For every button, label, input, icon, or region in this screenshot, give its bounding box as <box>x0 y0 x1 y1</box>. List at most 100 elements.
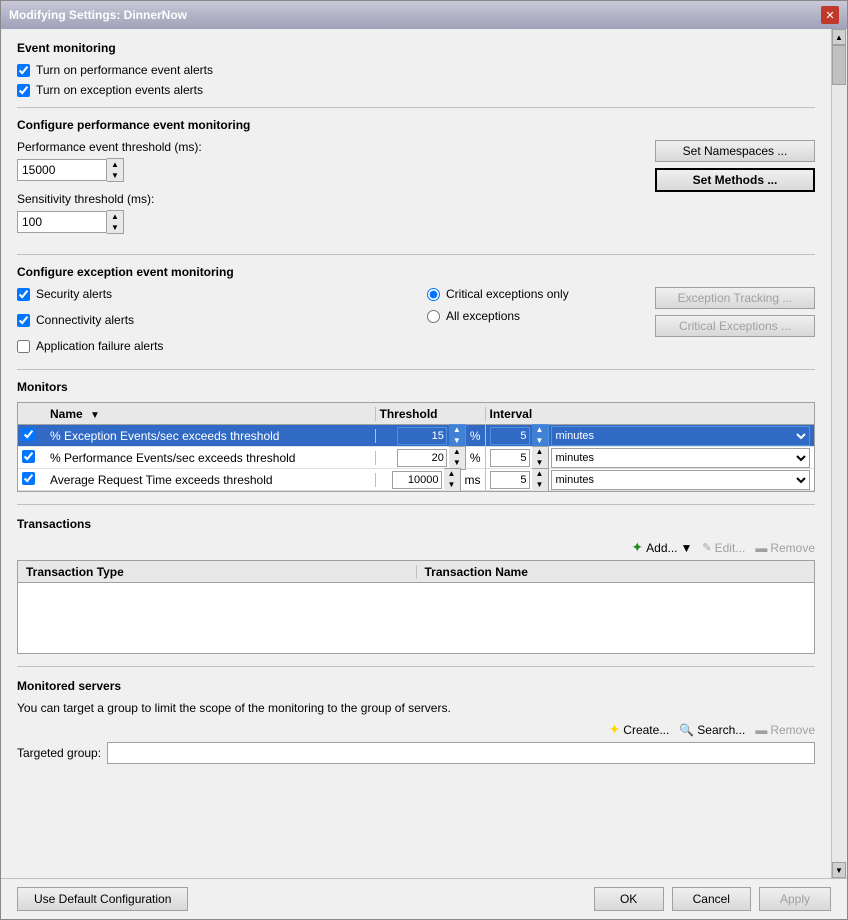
add-transaction-button[interactable]: ✦ Add... ▼ <box>631 539 692 556</box>
row1-check-col <box>18 428 46 444</box>
row1-interval-input[interactable] <box>490 427 530 445</box>
sensitivity-input[interactable] <box>17 211 107 233</box>
set-methods-button[interactable]: Set Methods ... <box>655 168 815 192</box>
row2-interval-select[interactable]: minutes hours seconds <box>551 448 811 468</box>
row3-check-col <box>18 472 46 488</box>
monitors-section: Monitors Name ▼ Threshold Interval <box>17 380 815 492</box>
perf-threshold-input[interactable] <box>17 159 107 181</box>
row1-interval: ▲ ▼ minutes hours seconds <box>486 424 815 448</box>
row3-checkbox[interactable] <box>22 472 35 485</box>
row1-name: % Exception Events/sec exceeds threshold <box>46 429 376 443</box>
targeted-group-row: Targeted group: <box>17 742 815 764</box>
exception-config-title: Configure exception event monitoring <box>17 265 815 279</box>
row3-interval-input[interactable] <box>490 471 530 489</box>
perf-alerts-label: Turn on performance event alerts <box>36 63 213 77</box>
sensitivity-up[interactable]: ▲ <box>107 211 123 222</box>
row1-threshold-spinners: ▲ ▼ <box>449 424 466 448</box>
row1-checkbox[interactable] <box>22 428 35 441</box>
create-server-button[interactable]: ✦ Create... <box>609 721 670 738</box>
row3-threshold-down[interactable]: ▼ <box>444 480 460 491</box>
close-button[interactable]: ✕ <box>821 6 839 24</box>
row2-interval-input[interactable] <box>490 449 530 467</box>
monitored-desc: You can target a group to limit the scop… <box>17 701 815 715</box>
search-icon: 🔍 <box>679 723 694 737</box>
perf-config-left: Performance event threshold (ms): ▲ ▼ Se… <box>17 140 627 244</box>
security-alerts-label: Security alerts <box>36 287 112 301</box>
connectivity-alerts-checkbox[interactable] <box>17 314 30 327</box>
scrollbar-thumb[interactable] <box>832 45 846 85</box>
row3-threshold-input[interactable] <box>392 471 442 489</box>
edit-transaction-button[interactable]: ✎ Edit... <box>702 541 745 555</box>
perf-alerts-checkbox[interactable] <box>17 64 30 77</box>
row3-threshold-up[interactable]: ▲ <box>444 469 460 480</box>
row2-threshold-spinners: ▲ ▼ <box>449 446 466 470</box>
use-default-button[interactable]: Use Default Configuration <box>17 887 188 911</box>
apply-button[interactable]: Apply <box>759 887 831 911</box>
perf-threshold-up[interactable]: ▲ <box>107 159 123 170</box>
exception-config-section: Configure exception event monitoring Sec… <box>17 265 815 359</box>
transactions-header: Transaction Type Transaction Name <box>18 561 814 583</box>
perf-config-right: Set Namespaces ... Set Methods ... <box>635 140 815 244</box>
security-alerts-checkbox[interactable] <box>17 288 30 301</box>
monitored-servers-section: Monitored servers You can target a group… <box>17 679 815 764</box>
table-row[interactable]: % Performance Events/sec exceeds thresho… <box>18 447 814 469</box>
row3-interval-select[interactable]: minutes hours seconds <box>551 470 811 490</box>
row1-interval-up[interactable]: ▲ <box>532 425 548 436</box>
main-window: Modifying Settings: DinnerNow ✕ Event mo… <box>0 0 848 920</box>
sensitivity-down[interactable]: ▼ <box>107 222 123 233</box>
row3-interval-spinners: ▲ ▼ <box>532 468 549 492</box>
critical-exceptions-radio-row: Critical exceptions only <box>427 287 627 301</box>
all-exceptions-label: All exceptions <box>446 309 520 323</box>
transactions-title: Transactions <box>17 517 815 531</box>
connectivity-alerts-label: Connectivity alerts <box>36 313 134 327</box>
trans-type-col-header: Transaction Type <box>18 565 417 579</box>
set-namespaces-button[interactable]: Set Namespaces ... <box>655 140 815 162</box>
row3-interval-down[interactable]: ▼ <box>532 480 548 491</box>
remove-server-button[interactable]: ▬ Remove <box>755 723 815 737</box>
pencil-icon: ✎ <box>702 541 711 554</box>
exception-config-right: Exception Tracking ... Critical Exceptio… <box>635 287 815 359</box>
scrollbar-down[interactable]: ▼ <box>832 862 846 878</box>
appfailure-alerts-checkbox[interactable] <box>17 340 30 353</box>
ok-button[interactable]: OK <box>594 887 664 911</box>
row1-interval-select[interactable]: minutes hours seconds <box>551 426 811 446</box>
scrollbar[interactable]: ▲ ▼ <box>831 29 847 878</box>
row1-threshold-up[interactable]: ▲ <box>449 425 465 436</box>
event-monitoring-title: Event monitoring <box>17 41 815 55</box>
search-server-button[interactable]: 🔍 Search... <box>679 723 745 737</box>
row2-checkbox[interactable] <box>22 450 35 463</box>
critical-exceptions-button[interactable]: Critical Exceptions ... <box>655 315 815 337</box>
row1-threshold-unit: % <box>470 429 481 443</box>
targeted-group-input[interactable] <box>107 742 815 764</box>
critical-exceptions-radio[interactable] <box>427 288 440 301</box>
table-row[interactable]: % Exception Events/sec exceeds threshold… <box>18 425 814 447</box>
critical-exceptions-label: Critical exceptions only <box>446 287 569 301</box>
add-icon: ✦ <box>631 539 643 556</box>
all-exceptions-radio-row: All exceptions <box>427 309 627 323</box>
perf-config-layout: Performance event threshold (ms): ▲ ▼ Se… <box>17 140 815 244</box>
table-row[interactable]: Average Request Time exceeds threshold ▲… <box>18 469 814 491</box>
create-label: Create... <box>623 723 669 737</box>
row2-interval-up[interactable]: ▲ <box>532 447 548 458</box>
perf-threshold-down[interactable]: ▼ <box>107 170 123 181</box>
exception-tracking-button[interactable]: Exception Tracking ... <box>655 287 815 309</box>
sort-icon: ▼ <box>90 410 100 421</box>
row3-interval: ▲ ▼ minutes hours seconds <box>486 468 815 492</box>
minus-icon: ▬ <box>755 541 767 555</box>
exception-alerts-checkbox[interactable] <box>17 84 30 97</box>
title-bar: Modifying Settings: DinnerNow ✕ <box>1 1 847 29</box>
cancel-button[interactable]: Cancel <box>672 887 751 911</box>
transactions-body <box>18 583 814 653</box>
remove-transaction-button[interactable]: ▬ Remove <box>755 541 815 555</box>
server-toolbar: ✦ Create... 🔍 Search... ▬ Remove <box>17 721 815 738</box>
row2-threshold-up[interactable]: ▲ <box>449 447 465 458</box>
add-label: Add... <box>646 541 677 555</box>
add-dropdown-icon: ▼ <box>681 541 693 555</box>
scrollbar-up[interactable]: ▲ <box>832 29 846 45</box>
all-exceptions-radio[interactable] <box>427 310 440 323</box>
monitored-servers-title: Monitored servers <box>17 679 815 693</box>
perf-threshold-spinners: ▲ ▼ <box>107 158 124 182</box>
row2-threshold-input[interactable] <box>397 449 447 467</box>
row1-threshold-input[interactable] <box>397 427 447 445</box>
row3-interval-up[interactable]: ▲ <box>532 469 548 480</box>
